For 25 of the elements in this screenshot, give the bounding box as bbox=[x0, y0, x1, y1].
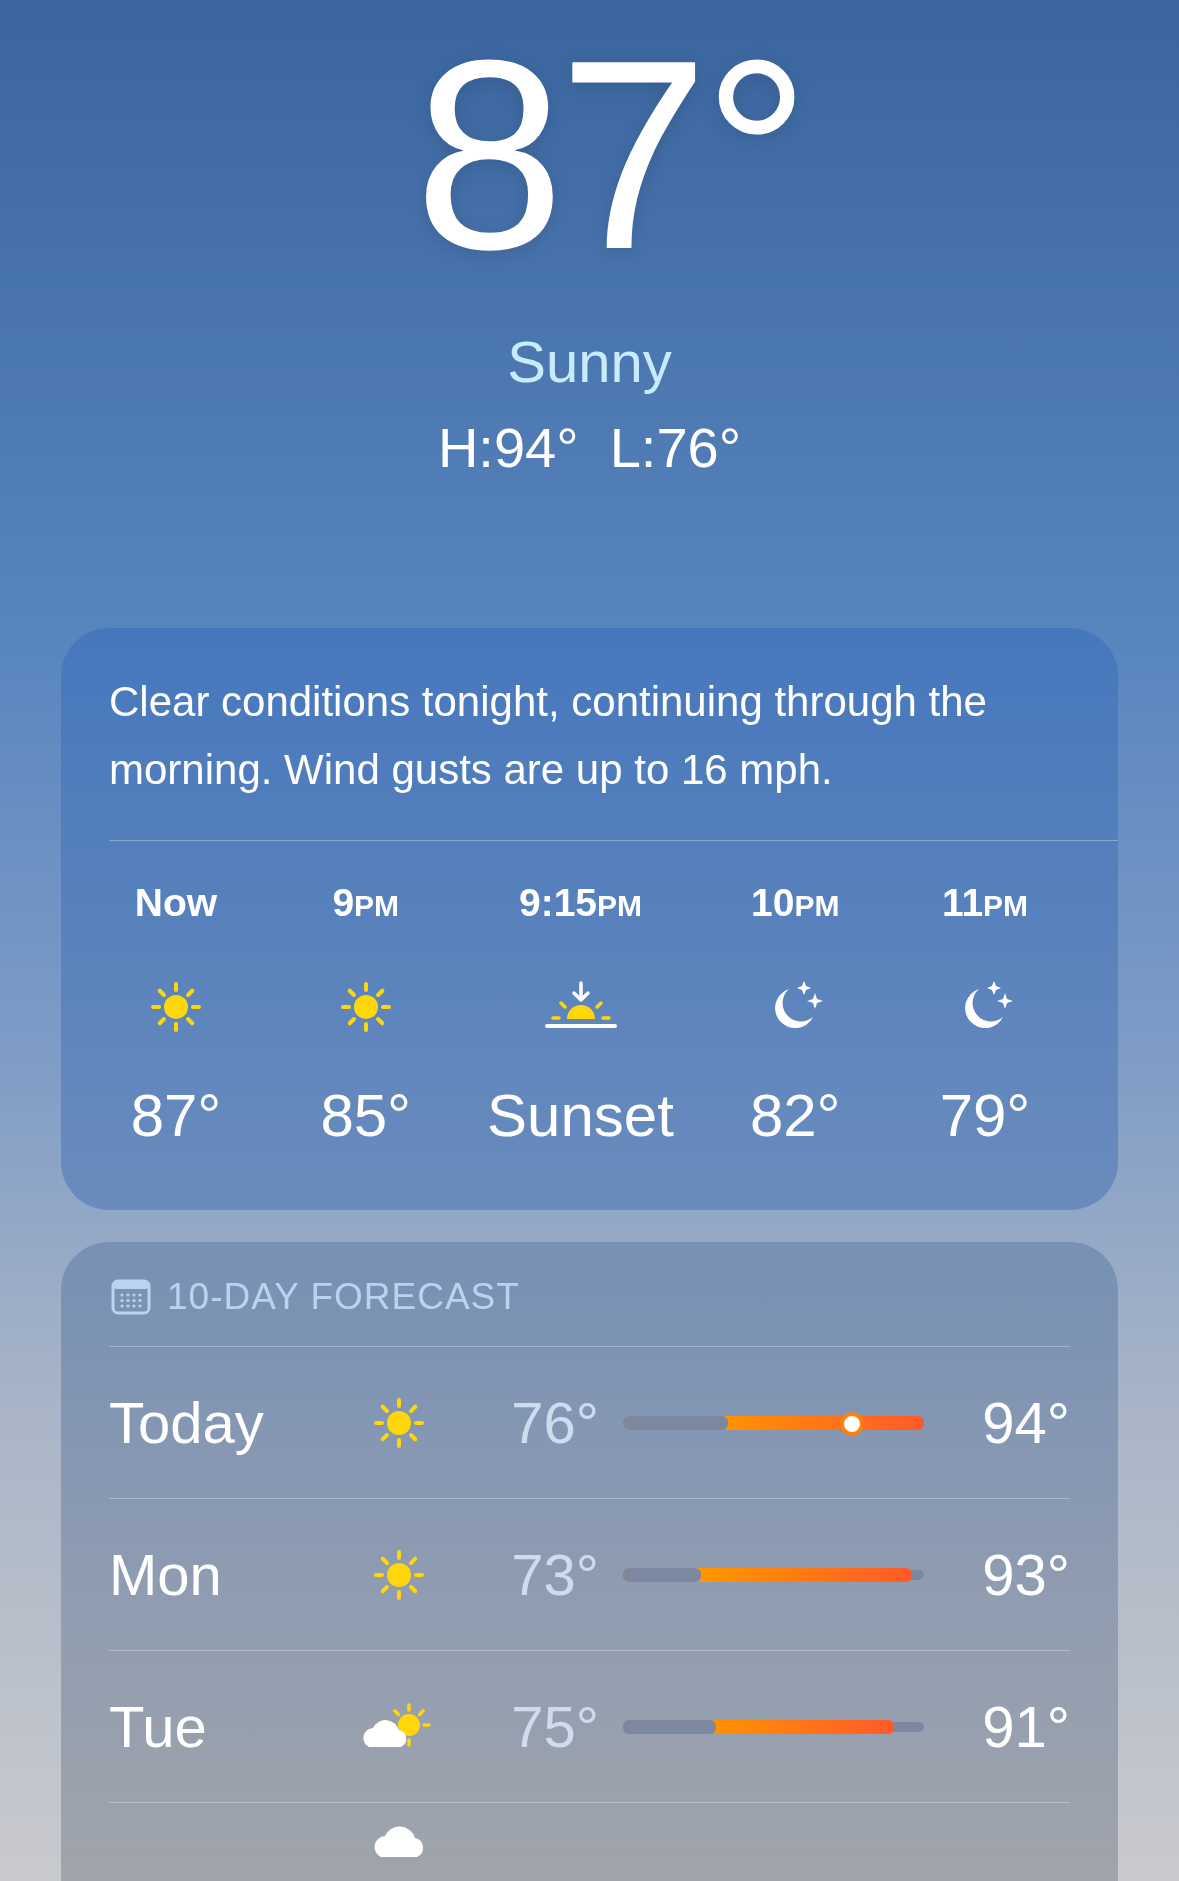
hour-label: 9:15PM bbox=[518, 881, 643, 926]
condition-text: Sunny bbox=[507, 328, 672, 395]
low-temperature: 76° bbox=[511, 1390, 599, 1455]
high-temperature: 94° bbox=[982, 1390, 1070, 1455]
forecast-summary: Clear conditions tonight, continuing through the morning. Wind gusts are up to 16 mph. bbox=[108, 677, 988, 795]
high-low-text: H:94° L:76° bbox=[437, 415, 742, 480]
hour-temperature: Sunset bbox=[487, 1081, 674, 1150]
hour-label: Now bbox=[134, 881, 218, 926]
high-temperature: 91° bbox=[982, 1694, 1070, 1759]
section-title: 10-DAY FORECAST bbox=[167, 1276, 520, 1318]
high-temperature: 93° bbox=[982, 1542, 1070, 1607]
hour-temperature: 79° bbox=[939, 1081, 1031, 1150]
hour-label: 9PM bbox=[332, 881, 400, 926]
hour-label: 10PM bbox=[751, 881, 840, 926]
hour-temperature: 85° bbox=[320, 1081, 412, 1150]
low-temperature: 73° bbox=[511, 1542, 599, 1607]
day-label: Mon bbox=[109, 1542, 222, 1607]
current-temperature: 87° bbox=[413, 20, 805, 290]
hour-label: 11PM bbox=[941, 881, 1029, 926]
calendar-icon bbox=[111, 1279, 151, 1315]
day-label: Tue bbox=[109, 1694, 207, 1759]
day-label: Today bbox=[109, 1390, 264, 1455]
hour-temperature: 82° bbox=[749, 1081, 841, 1150]
hour-temperature: 87° bbox=[130, 1081, 222, 1150]
low-temperature: 75° bbox=[511, 1694, 599, 1759]
